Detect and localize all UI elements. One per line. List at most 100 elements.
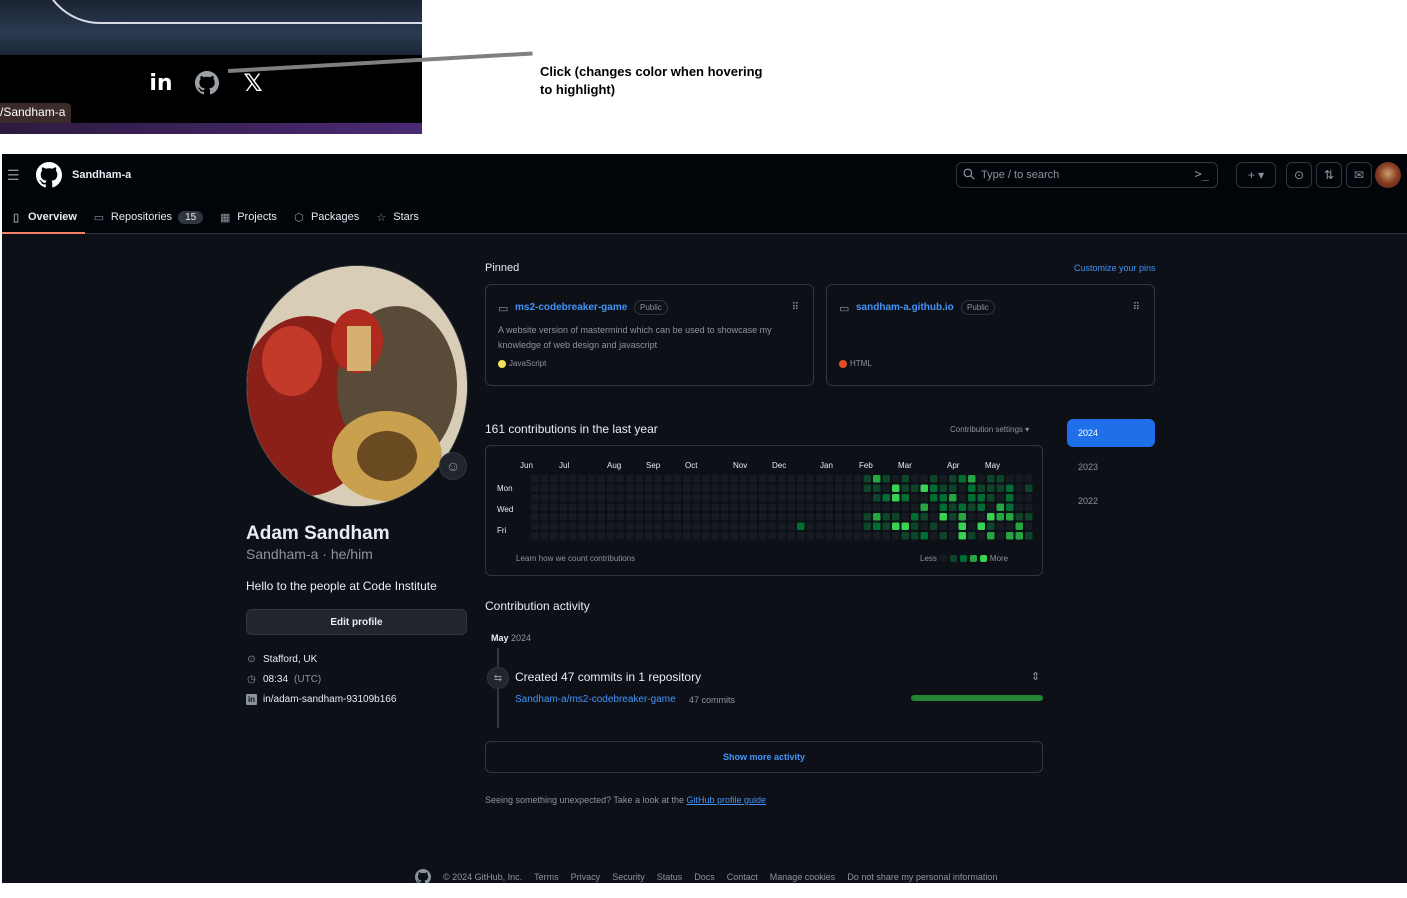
contribution-day-cell[interactable] <box>939 475 948 483</box>
header-username[interactable]: Sandham-a <box>72 169 131 181</box>
contribution-day-cell[interactable] <box>645 494 653 502</box>
contribution-day-cell[interactable] <box>854 522 862 531</box>
contribution-day-cell[interactable] <box>797 494 805 502</box>
contribution-day-cell[interactable] <box>901 513 910 521</box>
contribution-day-cell[interactable] <box>911 503 919 512</box>
contribution-day-cell[interactable] <box>711 494 720 502</box>
contribution-day-cell[interactable] <box>740 484 748 493</box>
contribution-day-cell[interactable] <box>768 494 777 502</box>
contribution-day-cell[interactable] <box>787 532 796 540</box>
contribution-day-cell[interactable] <box>759 494 767 502</box>
contribution-day-cell[interactable] <box>588 522 596 531</box>
contribution-day-cell[interactable] <box>844 494 853 502</box>
contribution-day-cell[interactable] <box>740 522 748 531</box>
contribution-day-cell[interactable] <box>930 484 938 493</box>
contribution-day-cell[interactable] <box>920 475 929 483</box>
contribution-day-cell[interactable] <box>930 522 938 531</box>
contribution-day-cell[interactable] <box>968 532 976 540</box>
contribution-day-cell[interactable] <box>1015 503 1024 512</box>
contribution-day-cell[interactable] <box>664 503 672 512</box>
pinned-repo-name[interactable]: ms2-codebreaker-game <box>515 302 627 313</box>
contribution-day-cell[interactable] <box>550 503 558 512</box>
contribution-day-cell[interactable] <box>550 522 558 531</box>
contribution-day-cell[interactable] <box>863 532 872 540</box>
contribution-day-cell[interactable] <box>540 484 549 493</box>
contribution-day-cell[interactable] <box>635 513 644 521</box>
contribution-day-cell[interactable] <box>844 513 853 521</box>
contribution-day-cell[interactable] <box>550 513 558 521</box>
avatar[interactable] <box>1375 162 1401 188</box>
contribution-day-cell[interactable] <box>939 532 948 540</box>
contribution-day-cell[interactable] <box>901 484 910 493</box>
contribution-day-cell[interactable] <box>740 532 748 540</box>
contribution-day-cell[interactable] <box>616 494 625 502</box>
contribution-day-cell[interactable] <box>664 494 672 502</box>
contribution-day-cell[interactable] <box>578 522 587 531</box>
contribution-day-cell[interactable] <box>626 513 634 521</box>
contribution-day-cell[interactable] <box>882 503 891 512</box>
contribution-day-cell[interactable] <box>863 475 872 483</box>
contribution-day-cell[interactable] <box>749 503 758 512</box>
contribution-day-cell[interactable] <box>901 503 910 512</box>
contribution-day-cell[interactable] <box>683 522 691 531</box>
contribution-day-cell[interactable] <box>664 522 672 531</box>
activity-commit-count[interactable]: 47 commits <box>689 695 735 705</box>
pinned-repo-card[interactable]: ▭ ms2-codebreaker-game Public ⠿ A websit… <box>485 284 814 386</box>
contribution-day-cell[interactable] <box>863 494 872 502</box>
contribution-day-cell[interactable] <box>920 532 929 540</box>
learn-contributions-link[interactable]: Learn how we count contributions <box>516 554 635 563</box>
contribution-day-cell[interactable] <box>645 532 653 540</box>
contribution-day-cell[interactable] <box>892 513 900 521</box>
contribution-day-cell[interactable] <box>749 494 758 502</box>
contribution-day-cell[interactable] <box>825 494 834 502</box>
contribution-day-cell[interactable] <box>1006 532 1014 540</box>
contribution-day-cell[interactable] <box>569 475 577 483</box>
activity-repo-link[interactable]: Sandham-a/ms2-codebreaker-game <box>515 694 676 705</box>
search-input[interactable]: Type / to search >_ <box>956 162 1218 188</box>
contribution-day-cell[interactable] <box>873 522 881 531</box>
contribution-day-cell[interactable] <box>711 522 720 531</box>
tab-repositories[interactable]: ▭ Repositories 15 <box>85 200 211 234</box>
contribution-day-cell[interactable] <box>730 532 739 540</box>
contribution-day-cell[interactable] <box>540 513 549 521</box>
profile-linkedin[interactable]: in in/adam-sandham-93109b166 <box>246 694 396 705</box>
contribution-day-cell[interactable] <box>1015 532 1024 540</box>
contribution-day-cell[interactable] <box>835 484 843 493</box>
contribution-day-cell[interactable] <box>987 513 995 521</box>
footer-link-status[interactable]: Status <box>657 872 683 882</box>
contribution-settings-dropdown[interactable]: Contribution settings ▾ <box>950 425 1029 434</box>
contribution-day-cell[interactable] <box>540 503 549 512</box>
contribution-day-cell[interactable] <box>664 484 672 493</box>
edit-profile-button[interactable]: Edit profile <box>246 609 467 635</box>
contribution-day-cell[interactable] <box>702 503 710 512</box>
contribution-day-cell[interactable] <box>816 503 824 512</box>
contribution-day-cell[interactable] <box>825 532 834 540</box>
footer-link-docs[interactable]: Docs <box>694 872 715 882</box>
contribution-day-cell[interactable] <box>664 513 672 521</box>
contribution-day-cell[interactable] <box>692 494 701 502</box>
contribution-day-cell[interactable] <box>626 522 634 531</box>
contribution-day-cell[interactable] <box>588 475 596 483</box>
contribution-day-cell[interactable] <box>692 475 701 483</box>
contribution-day-cell[interactable] <box>749 513 758 521</box>
contribution-day-cell[interactable] <box>597 513 606 521</box>
contribution-day-cell[interactable] <box>816 484 824 493</box>
contribution-day-cell[interactable] <box>588 494 596 502</box>
contribution-day-cell[interactable] <box>977 475 986 483</box>
inbox-icon[interactable]: ✉ <box>1346 162 1372 188</box>
contribution-day-cell[interactable] <box>958 522 967 531</box>
contribution-day-cell[interactable] <box>711 513 720 521</box>
contribution-day-cell[interactable] <box>863 503 872 512</box>
contribution-day-cell[interactable] <box>683 503 691 512</box>
contribution-day-cell[interactable] <box>987 503 995 512</box>
contribution-day-cell[interactable] <box>759 513 767 521</box>
contribution-day-cell[interactable] <box>740 475 748 483</box>
contribution-day-cell[interactable] <box>550 532 558 540</box>
contribution-day-cell[interactable] <box>835 475 843 483</box>
set-status-button[interactable]: ☺ <box>439 452 467 480</box>
contribution-day-cell[interactable] <box>1025 513 1033 521</box>
contribution-day-cell[interactable] <box>835 532 843 540</box>
contribution-day-cell[interactable] <box>607 475 615 483</box>
contribution-day-cell[interactable] <box>863 522 872 531</box>
contribution-day-cell[interactable] <box>987 494 995 502</box>
